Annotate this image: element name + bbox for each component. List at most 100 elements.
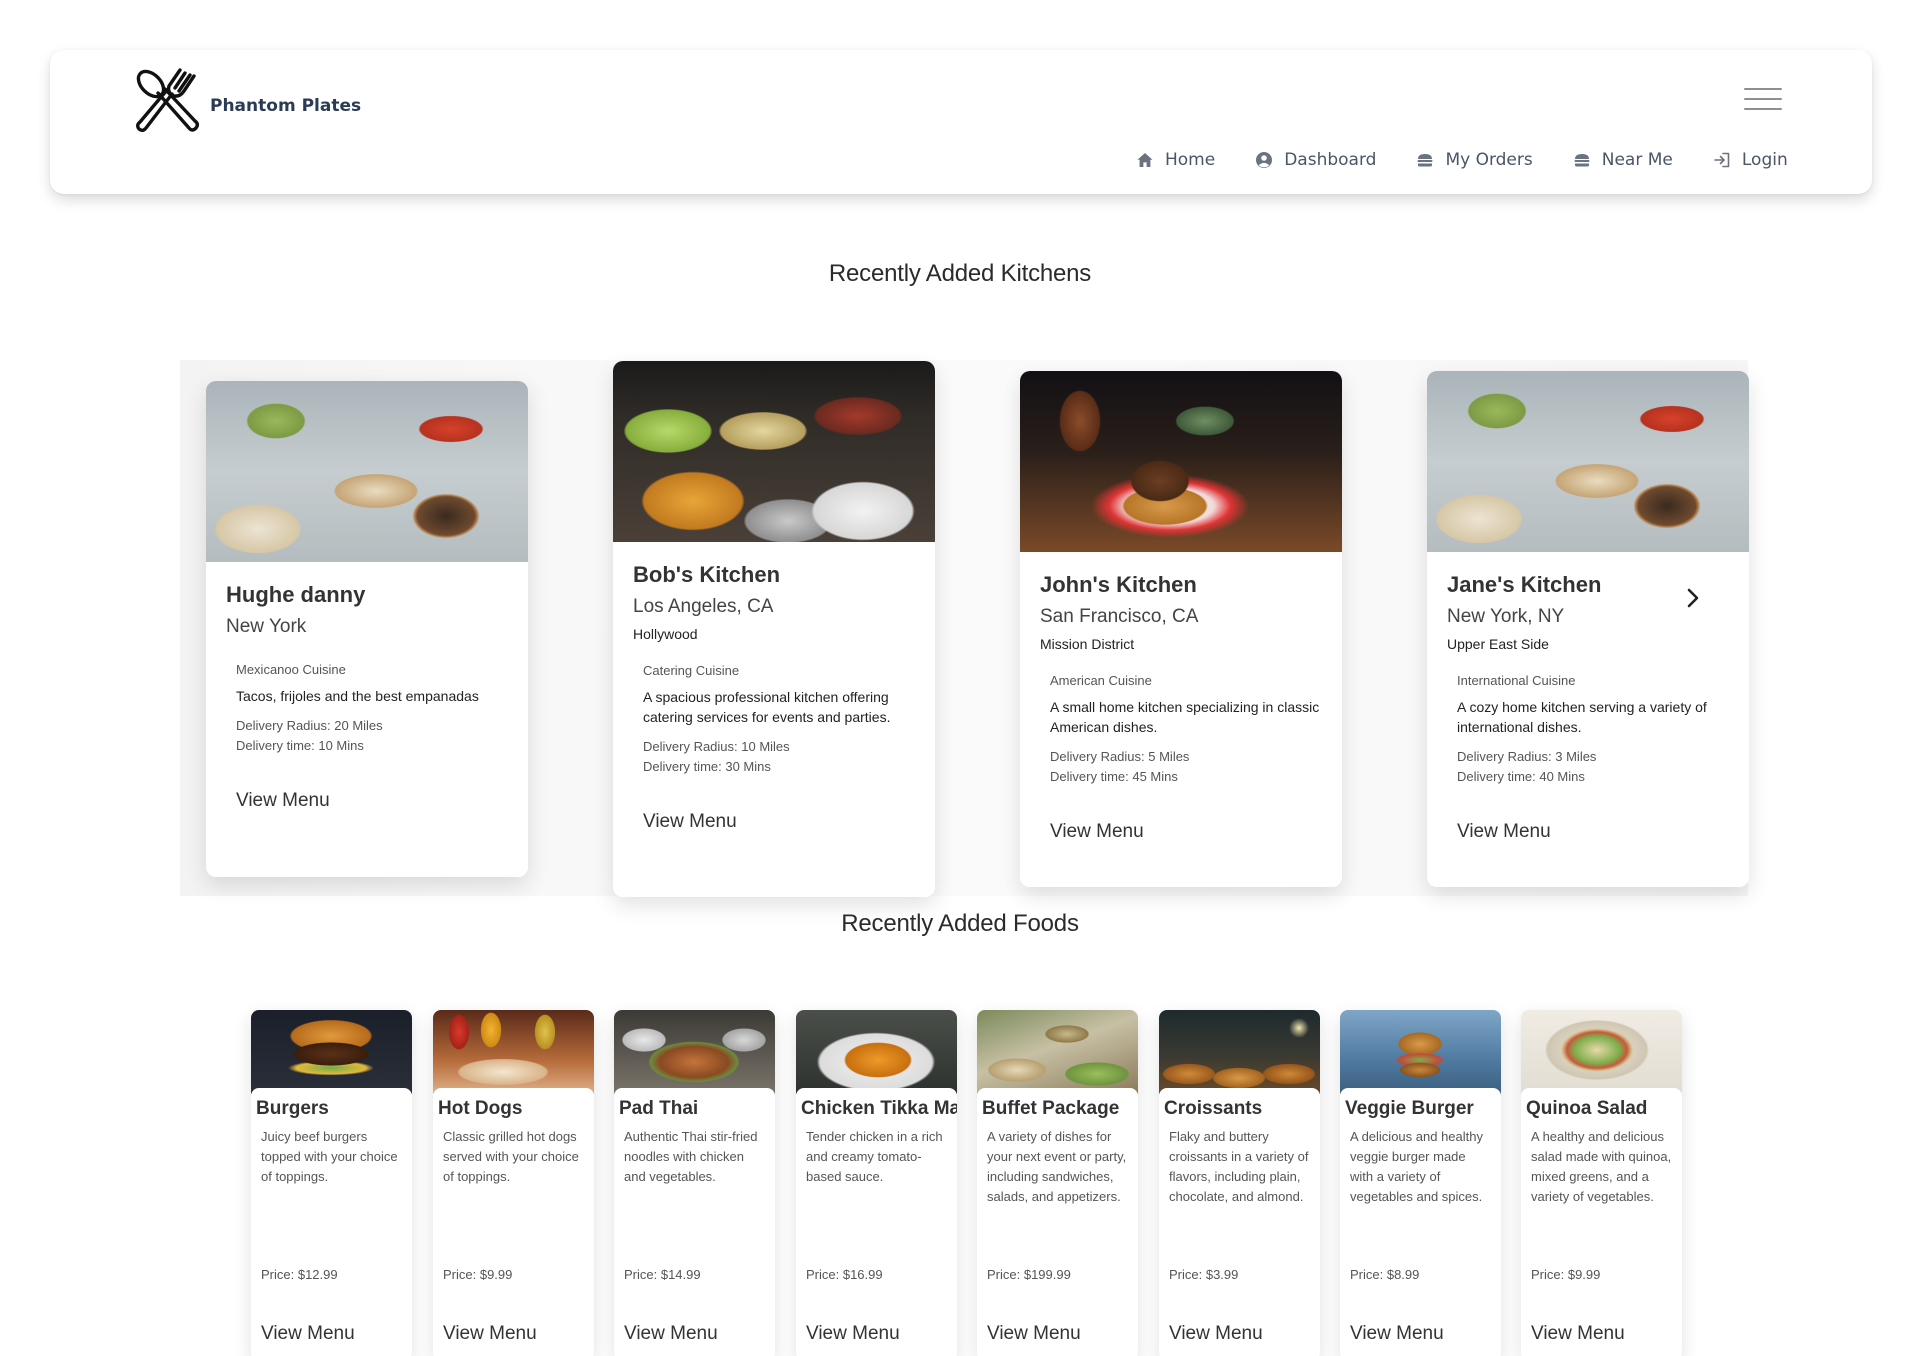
- kitchen-city: New York: [226, 616, 307, 637]
- kitchen-delivery-time: Delivery time: 30 Mins: [643, 759, 771, 774]
- food-image: [433, 1010, 594, 1094]
- kitchen-card: John's Kitchen San Francisco, CA Mission…: [1020, 371, 1342, 887]
- kitchen-delivery-time: Delivery time: 40 Mins: [1457, 769, 1585, 784]
- view-menu-button[interactable]: View Menu: [624, 1323, 718, 1345]
- kitchen-delivery-radius: Delivery Radius: 5 Miles: [1050, 749, 1190, 764]
- food-description: Tender chicken in a rich and creamy toma…: [806, 1129, 943, 1184]
- kitchen-city: San Francisco, CA: [1040, 606, 1199, 627]
- kitchen-image: [206, 381, 528, 562]
- food-name: Burgers: [256, 1098, 329, 1119]
- kitchen-description: Tacos, frijoles and the best empanadas: [236, 688, 479, 704]
- home-icon: [1137, 153, 1153, 167]
- user-circle-icon: [1256, 152, 1273, 168]
- food-description: A variety of dishes for your next event …: [987, 1129, 1127, 1204]
- food-card: Burgers Juicy beef burgers topped with y…: [251, 1010, 412, 1356]
- kitchen-cuisine: American Cuisine: [1050, 673, 1152, 688]
- view-menu-button[interactable]: View Menu: [443, 1323, 537, 1345]
- view-menu-button[interactable]: View Menu: [987, 1323, 1081, 1345]
- food-body: Burgers Juicy beef burgers topped with y…: [251, 1088, 412, 1356]
- food-name: Pad Thai: [619, 1098, 699, 1119]
- food-card: Croissants Flaky and buttery croissants …: [1159, 1010, 1320, 1356]
- kitchen-description: A small home kitchen specializing in cla…: [1050, 699, 1320, 735]
- nav-dashboard-label: Dashboard: [1284, 150, 1377, 170]
- food-image: [977, 1010, 1138, 1094]
- food-name: Croissants: [1164, 1098, 1263, 1119]
- foods-section-title: Recently Added Foods: [841, 910, 1079, 937]
- kitchen-cuisine: Mexicanoo Cuisine: [236, 662, 346, 677]
- food-price: Price: $9.99: [443, 1267, 513, 1282]
- kitchen-card: Bob's Kitchen Los Angeles, CA Hollywood …: [613, 361, 935, 897]
- kitchen-delivery-radius: Delivery Radius: 10 Miles: [643, 739, 790, 754]
- food-card: Chicken Tikka Masala Tender chicken in a…: [796, 1010, 957, 1356]
- food-price: Price: $14.99: [624, 1267, 701, 1282]
- view-menu-button[interactable]: View Menu: [1350, 1323, 1444, 1345]
- nav-my-orders[interactable]: My Orders: [1416, 150, 1533, 170]
- kitchen-body: Hughe danny New York Mexicanoo Cuisine T…: [206, 562, 528, 877]
- hamburger-menu-icon[interactable]: [1744, 86, 1782, 114]
- kitchen-image: [1020, 371, 1342, 552]
- view-menu-button[interactable]: View Menu: [1531, 1323, 1625, 1345]
- food-price: Price: $12.99: [261, 1267, 338, 1282]
- food-description: A healthy and delicious salad made with …: [1531, 1129, 1672, 1204]
- kitchen-area: Mission District: [1040, 636, 1135, 652]
- food-name: Buffet Package: [982, 1098, 1120, 1119]
- kitchen-body: John's Kitchen San Francisco, CA Mission…: [1020, 552, 1342, 887]
- food-body: Quinoa Salad A healthy and delicious sal…: [1521, 1088, 1682, 1356]
- kitchen-card: Hughe danny New York Mexicanoo Cuisine T…: [206, 381, 528, 877]
- food-name: Veggie Burger: [1345, 1098, 1474, 1119]
- nav-near-me-label: Near Me: [1601, 150, 1673, 170]
- view-menu-button[interactable]: View Menu: [1169, 1323, 1263, 1345]
- food-description: Flaky and buttery croissants in a variet…: [1169, 1129, 1309, 1204]
- fork-knife-icon: [136, 68, 199, 132]
- food-price: Price: $8.99: [1350, 1267, 1420, 1282]
- food-card: Pad Thai Authentic Thai stir-fried noodl…: [614, 1010, 775, 1356]
- food-image: [251, 1010, 412, 1094]
- food-card: Buffet Package A variety of dishes for y…: [977, 1010, 1138, 1356]
- kitchen-name: Bob's Kitchen: [633, 562, 781, 587]
- view-menu-button[interactable]: View Menu: [806, 1323, 900, 1345]
- food-name: Quinoa Salad: [1526, 1098, 1648, 1119]
- kitchens-section-title: Recently Added Kitchens: [828, 260, 1092, 287]
- view-menu-button[interactable]: View Menu: [236, 790, 330, 812]
- kitchen-name: Hughe danny: [226, 582, 366, 607]
- kitchen-cuisine: International Cuisine: [1457, 673, 1576, 688]
- view-menu-button[interactable]: View Menu: [261, 1323, 355, 1345]
- kitchen-delivery-radius: Delivery Radius: 20 Miles: [236, 718, 383, 733]
- food-card: Hot Dogs Classic grilled hot dogs served…: [433, 1010, 594, 1356]
- brand-name: Phantom Plates: [210, 96, 362, 116]
- nav-login[interactable]: Login: [1713, 150, 1788, 170]
- kitchen-cuisine: Catering Cuisine: [643, 663, 740, 678]
- kitchen-image: [1427, 371, 1749, 552]
- food-description: Classic grilled hot dogs served with you…: [443, 1129, 579, 1184]
- kitchen-city: Los Angeles, CA: [633, 596, 774, 617]
- view-menu-button[interactable]: View Menu: [1050, 821, 1144, 843]
- food-price: Price: $9.99: [1531, 1267, 1601, 1282]
- food-description: Authentic Thai stir-fried noodles with c…: [624, 1129, 758, 1184]
- nav-my-orders-label: My Orders: [1445, 150, 1533, 170]
- food-image: [1521, 1010, 1682, 1094]
- chevron-right-icon[interactable]: [1681, 586, 1705, 610]
- food-body: Croissants Flaky and buttery croissants …: [1159, 1088, 1320, 1356]
- burger-icon: [1417, 154, 1433, 167]
- view-menu-button[interactable]: View Menu: [643, 811, 737, 833]
- login-icon: [1714, 152, 1730, 168]
- kitchen-delivery-time: Delivery time: 10 Mins: [236, 738, 364, 753]
- kitchen-area: Upper East Side: [1447, 636, 1549, 652]
- nav-home-label: Home: [1165, 150, 1216, 170]
- food-name: Hot Dogs: [438, 1098, 523, 1119]
- food-body: Pad Thai Authentic Thai stir-fried noodl…: [614, 1088, 775, 1356]
- view-menu-button[interactable]: View Menu: [1457, 821, 1551, 843]
- kitchen-description: A cozy home kitchen serving a variety of…: [1457, 699, 1707, 735]
- kitchen-area: Hollywood: [633, 626, 698, 642]
- food-card: Veggie Burger A delicious and healthy ve…: [1340, 1010, 1501, 1356]
- nav-home[interactable]: Home: [1136, 150, 1215, 170]
- food-price: Price: $199.99: [987, 1267, 1071, 1282]
- food-image: [1159, 1010, 1320, 1094]
- brand-logo[interactable]: Phantom Plates: [132, 62, 361, 140]
- food-image: [1340, 1010, 1501, 1094]
- food-name: Chicken Tikka Masala: [801, 1098, 957, 1119]
- nav-near-me[interactable]: Near Me: [1573, 150, 1673, 170]
- food-price: Price: $16.99: [806, 1267, 883, 1282]
- kitchen-delivery-radius: Delivery Radius: 3 Miles: [1457, 749, 1597, 764]
- nav-dashboard[interactable]: Dashboard: [1255, 150, 1376, 170]
